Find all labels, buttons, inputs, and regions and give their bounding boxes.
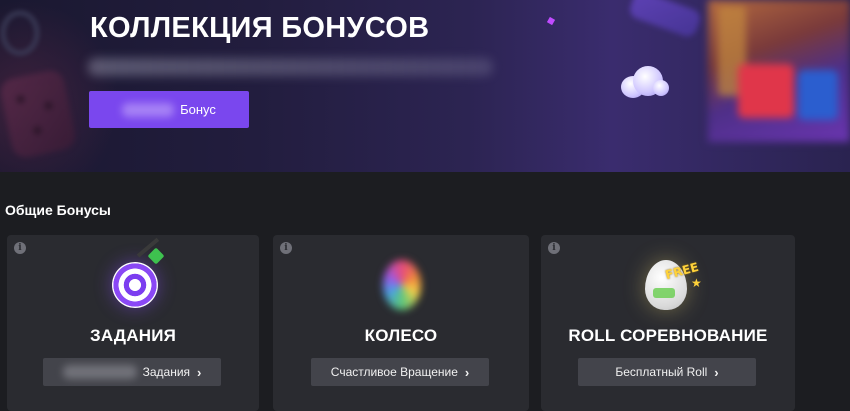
fortune-wheel-icon: [366, 250, 436, 316]
bonus-card-roll: i FREE ★ ROLL СОРЕВНОВАНИЕ Бесплатный Ro…: [541, 235, 795, 411]
free-egg-icon: FREE ★: [633, 250, 703, 316]
info-icon[interactable]: i: [280, 242, 292, 254]
target-dart-icon: [98, 237, 168, 316]
chevron-right-icon: ›: [464, 364, 470, 380]
tasks-button-label: Задания: [142, 365, 191, 379]
bonus-card-wheel: i КОЛЕСО Счастливое Вращение ›: [273, 235, 529, 411]
bonus-button-label: Бонус: [180, 102, 216, 117]
card-title: КОЛЕСО: [364, 326, 438, 345]
bonus-button[interactable]: Бонус: [89, 91, 249, 128]
lucky-spin-button[interactable]: Счастливое Вращение ›: [311, 358, 489, 386]
redacted-text: [122, 102, 175, 117]
free-roll-button[interactable]: Бесплатный Roll ›: [578, 358, 756, 386]
chevron-right-icon: ›: [714, 364, 719, 380]
star-icon: ★: [691, 276, 702, 290]
floating-shape-decoration: [627, 0, 703, 40]
ring-decoration: [0, 10, 40, 56]
card-title: ROLL СОРЕВНОВАНИЕ: [568, 326, 768, 345]
hero-subtitle-redacted: [88, 58, 493, 76]
redacted-text: [62, 365, 137, 379]
spark-decoration: [546, 16, 556, 26]
page-title: КОЛЛЕКЦИЯ БОНУСОВ: [90, 12, 430, 44]
info-icon[interactable]: i: [14, 242, 26, 254]
card-title: ЗАДАНИЯ: [89, 326, 177, 345]
info-icon[interactable]: i: [548, 242, 560, 254]
cloud-icon: [615, 66, 671, 102]
tasks-button[interactable]: Задания ›: [43, 358, 221, 386]
hero-illustration: [708, 0, 850, 142]
hero-banner: КОЛЛЕКЦИЯ БОНУСОВ Бонус: [0, 0, 850, 172]
section-title: Общие Бонусы: [5, 202, 111, 218]
lucky-spin-button-label: Счастливое Вращение: [330, 365, 458, 379]
bonus-card-tasks: i ЗАДАНИЯ Задания ›: [7, 235, 259, 411]
chevron-right-icon: ›: [197, 364, 202, 380]
free-roll-button-label: Бесплатный Roll: [615, 365, 708, 379]
